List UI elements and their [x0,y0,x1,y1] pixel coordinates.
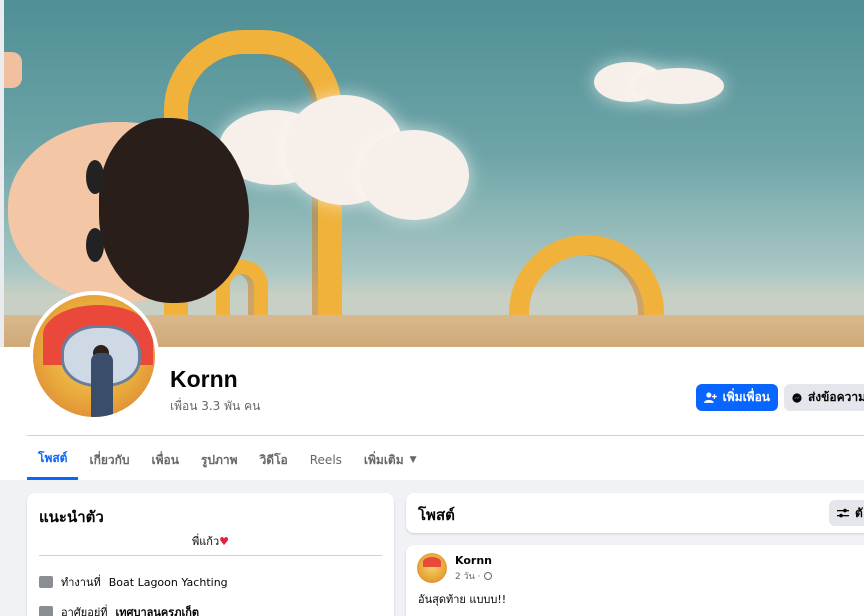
work-value[interactable]: Boat Lagoon Yachting [109,576,228,589]
avatar-person-body [91,353,113,417]
work-prefix: ทำงานที่ [61,576,101,589]
tab-label: เพิ่มเติม [363,452,404,467]
caret-down-icon: ▼ [409,455,417,465]
header-divider [27,435,864,436]
post-time[interactable]: 2 วัน · [455,569,481,583]
post-text: อันสุดท้าย แบบบ!! [418,593,507,606]
intro-card: แนะนำตัว พี่แก้ว♥ ทำงานที่ Boat Lagoon Y… [27,493,394,616]
filter-button[interactable]: ตั [829,500,864,526]
memoji-eye [86,228,104,262]
posts-title: โพสต์ [418,506,455,524]
post-card: Kornn 2 วัน · อันสุดท้าย แบบบ!! [406,545,864,616]
briefcase-icon [39,576,53,588]
tab-videos[interactable]: วิดีโอ [249,440,299,480]
intro-divider [39,555,382,556]
tab-label: โพสต์ [38,451,68,465]
filter-icon [837,508,849,518]
home-info: อาศัยอยู่ที่ เทศบาลนครภูเก็ต [39,603,199,616]
cloud [359,130,469,220]
filter-label: ตั [855,505,863,520]
profile-name: Kornn [170,366,238,392]
tab-label: รูปภาพ [200,452,238,467]
heart-icon: ♥ [219,535,230,548]
work-info: ทำงานที่ Boat Lagoon Yachting [39,573,228,591]
tab-friends[interactable]: เพื่อน [141,440,190,480]
profile-tabs: โพสต์ เกี่ยวกับ เพื่อน รูปภาพ วิดีโอ Ree… [27,440,428,480]
intro-title: แนะนำตัว [39,508,104,526]
home-value[interactable]: เทศบาลนครภูเก็ต [116,603,200,616]
tab-photos[interactable]: รูปภาพ [190,440,249,480]
globe-icon [483,572,492,580]
home-prefix: อาศัยอยู่ที่ [61,606,108,616]
home-icon [39,606,53,616]
memoji-eye [86,160,104,194]
tab-about[interactable]: เกี่ยวกับ [78,440,140,480]
message-label: ส่งข้อความ [807,390,864,404]
message-button[interactable]: ส่งข้อความ [784,384,864,411]
add-person-icon [704,392,717,403]
add-friend-label: เพิ่มเพื่อน [722,390,770,404]
posts-header-card: โพสต์ ตั [406,493,864,533]
tab-label: วิดีโอ [259,452,288,467]
intro-bio: พี่แก้ว♥ [27,532,394,550]
post-author-avatar[interactable] [417,553,447,583]
tab-label: Reels [309,453,342,467]
add-friend-button[interactable]: เพิ่มเพื่อน [696,384,778,411]
tab-reels[interactable]: Reels [299,440,353,480]
post-meta: 2 วัน · [455,569,492,583]
messenger-icon [792,392,802,403]
tab-label: เพื่อน [151,452,179,467]
cover-hand [4,52,22,88]
tab-posts[interactable]: โพสต์ [27,440,79,480]
tab-label: เกี่ยวกับ [89,452,130,467]
cloud [634,68,724,104]
friends-count[interactable]: เพื่อน 3.3 พัน คน [170,397,260,416]
cover-photo[interactable] [4,0,864,347]
bio-text: พี่แก้ว [191,535,220,548]
profile-avatar[interactable] [29,291,159,421]
post-author-name[interactable]: Kornn [455,554,492,567]
tab-more[interactable]: เพิ่มเติม ▼ [353,440,428,480]
